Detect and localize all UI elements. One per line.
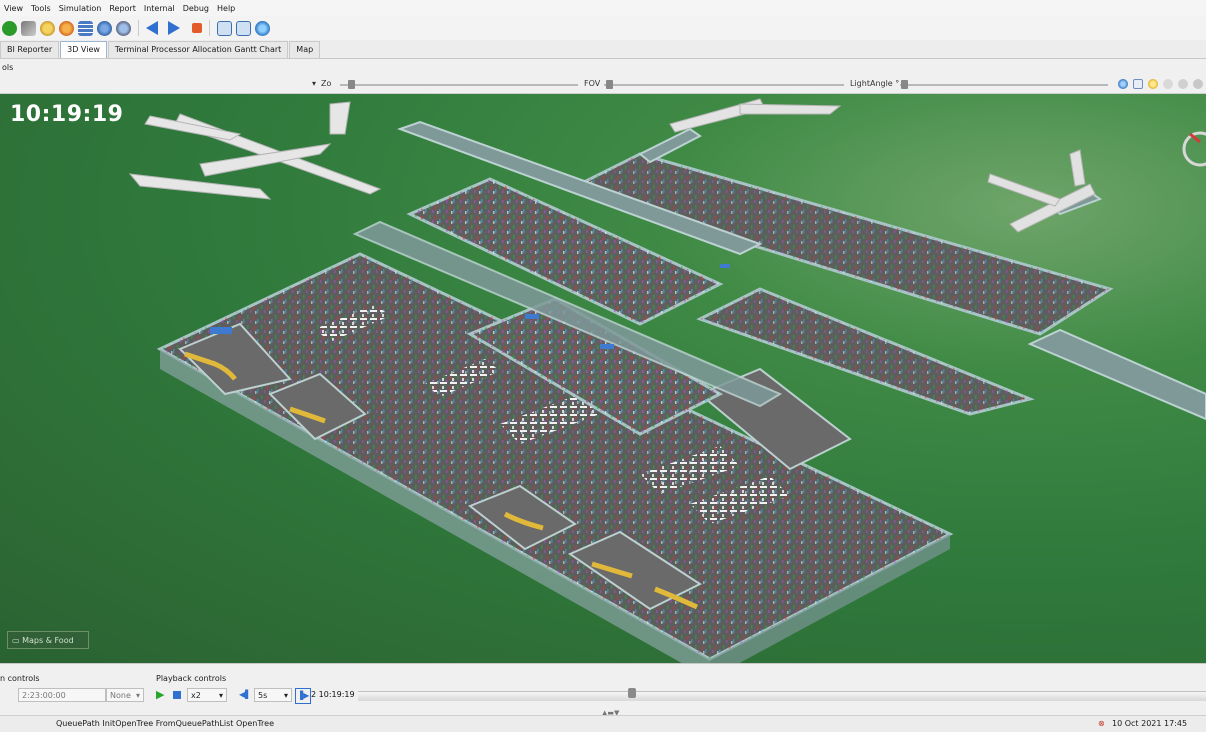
menu-report[interactable]: Report [109, 4, 136, 13]
maps-food-button[interactable]: ▭ Maps & Food [7, 631, 89, 649]
menu-tools[interactable]: Tools [31, 4, 51, 13]
tab-bi-reporter[interactable]: BI Reporter [0, 41, 60, 58]
tools-label: ols [2, 63, 14, 72]
chevron-down-icon[interactable]: ▾ [312, 79, 316, 88]
gear-icon[interactable] [59, 20, 74, 36]
menu-internal[interactable]: Internal [144, 4, 175, 13]
menu-help[interactable]: Help [217, 4, 235, 13]
chevron-down-icon: ▾ [283, 691, 288, 700]
arrow-right-icon[interactable] [168, 21, 180, 35]
export-icon[interactable] [217, 20, 232, 36]
fov-label: FOV [584, 79, 601, 88]
alert-icon: ⊗ [1098, 719, 1105, 728]
play-icon[interactable]: ▶ [156, 688, 164, 702]
zoom-label: Zo [321, 79, 332, 88]
view-slider-bar: ▾ Zo FOV LightAngle ° [0, 76, 1206, 94]
link-icon[interactable] [21, 20, 36, 36]
status-bar: QueuePath InitOpenTree FromQueuePathList… [0, 715, 1206, 732]
terminal-3d-scene [128, 98, 1206, 663]
step-value: 5s [258, 691, 268, 700]
zoom-slider-handle[interactable] [348, 80, 355, 89]
speed-value: x2 [191, 691, 201, 700]
toolbar-divider [209, 20, 210, 36]
sim-unit-select[interactable]: None ▾ [106, 688, 144, 702]
toolbar [0, 16, 1206, 40]
location-icon[interactable] [116, 20, 131, 36]
timeline-handle[interactable] [628, 688, 636, 698]
globe-icon[interactable] [255, 20, 270, 36]
globe-icon[interactable] [1118, 79, 1128, 89]
refresh-icon[interactable] [1193, 79, 1203, 89]
stop-icon[interactable] [173, 691, 181, 699]
light-bulb-icon[interactable] [1148, 79, 1158, 89]
folder-icon: ▭ [12, 636, 23, 645]
network-icon[interactable] [97, 20, 112, 36]
import-icon[interactable] [236, 20, 251, 36]
timeline-scrubber[interactable] [358, 691, 1206, 701]
menu-view[interactable]: View [4, 4, 23, 13]
status-datetime: 10 Oct 2021 17:45 [1112, 719, 1188, 728]
3d-viewport[interactable]: 10:19:19 ▭ Maps & Food [0, 94, 1206, 663]
current-time-readout: 2 10:19:19 [311, 690, 355, 699]
settings-icon[interactable] [1163, 79, 1173, 89]
check-icon[interactable] [2, 20, 17, 36]
zoom-slider-track[interactable] [340, 84, 578, 86]
simulation-clock: 10:19:19 [10, 102, 124, 127]
sim-controls-label: n controls [0, 674, 40, 683]
step-back-icon[interactable]: ◀▌ [239, 688, 251, 702]
menu-bar: View Tools Simulation Report Internal De… [0, 0, 1206, 16]
playback-controls-label: Playback controls [156, 674, 227, 683]
tab-3d-view[interactable]: 3D View [60, 41, 107, 58]
chevron-down-icon: ▾ [218, 691, 223, 700]
menu-simulation[interactable]: Simulation [59, 4, 102, 13]
step-forward-icon[interactable]: ▐▶ [295, 688, 312, 704]
pin-icon[interactable] [1178, 79, 1188, 89]
grid-icon[interactable] [78, 20, 93, 36]
sim-unit-value: None [110, 691, 131, 700]
toolbar-divider [138, 20, 139, 36]
step-select[interactable]: 5s ▾ [254, 688, 292, 702]
tab-gantt-chart[interactable]: Terminal Processor Allocation Gantt Char… [107, 41, 289, 58]
fov-slider-handle[interactable] [606, 80, 613, 89]
menu-debug[interactable]: Debug [183, 4, 209, 13]
light-slider-handle[interactable] [901, 80, 908, 89]
light-angle-label: LightAngle ° [850, 79, 900, 88]
chevron-down-icon: ▾ [135, 691, 140, 700]
light-slider-track[interactable] [900, 84, 1108, 86]
sim-time-field[interactable]: 2:23:00:00 [18, 688, 106, 702]
stop-icon[interactable] [192, 23, 202, 33]
tools-subbar: ols [0, 59, 1206, 76]
tab-map[interactable]: Map [289, 41, 321, 58]
camera-icon[interactable] [1133, 79, 1143, 89]
tab-bar: BI Reporter 3D View Terminal Processor A… [0, 40, 1206, 59]
search-icon[interactable] [40, 20, 55, 36]
maps-food-label: Maps & Food [22, 636, 74, 645]
speed-select[interactable]: x2 ▾ [187, 688, 227, 702]
status-message: QueuePath InitOpenTree FromQueuePathList… [56, 719, 275, 728]
fov-slider-track[interactable] [604, 84, 844, 86]
arrow-left-icon[interactable] [146, 21, 158, 35]
